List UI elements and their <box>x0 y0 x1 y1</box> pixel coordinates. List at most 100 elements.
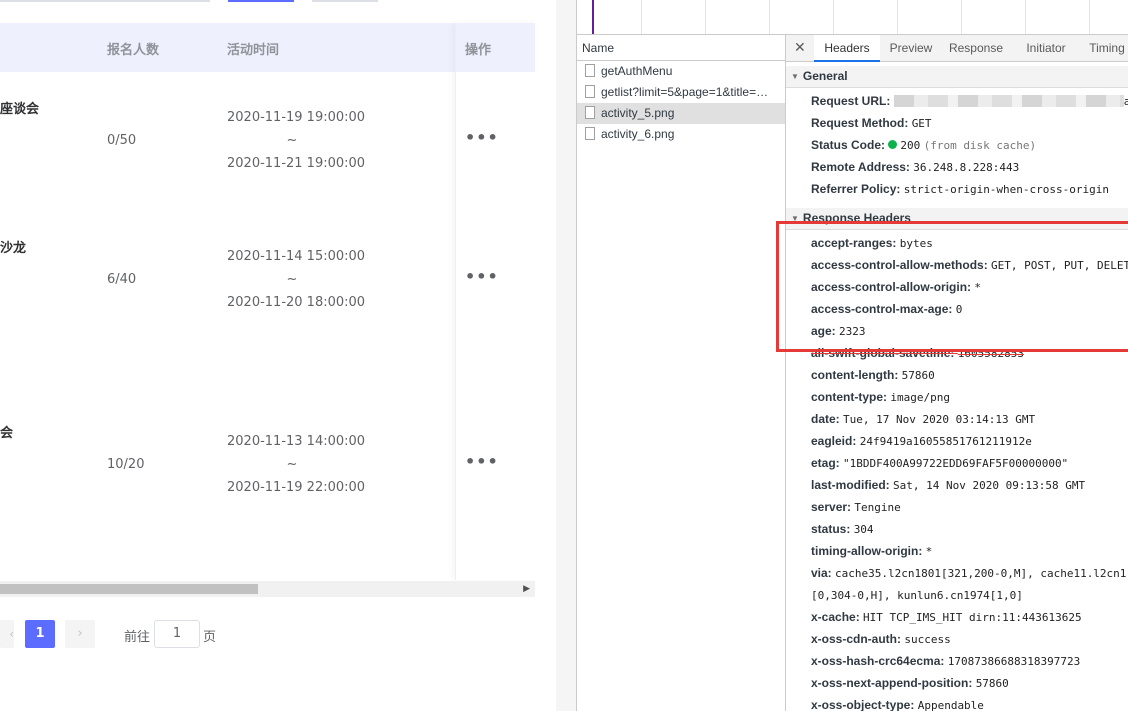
timeline-gridline <box>1025 0 1026 34</box>
request-item[interactable]: getAuthMenu <box>577 61 785 82</box>
tab-initiator[interactable]: Initiator <box>1011 35 1081 61</box>
header-key: date: <box>811 412 840 426</box>
header-key: accept-ranges: <box>811 236 897 250</box>
file-icon <box>585 106 595 119</box>
header-value: success <box>904 633 951 646</box>
time-end: 2020-11-21 19:00:00 <box>227 156 366 171</box>
search-input-edge[interactable] <box>0 0 210 2</box>
more-actions-icon[interactable]: ••• <box>465 452 499 471</box>
window-gap <box>556 0 577 711</box>
timeline-gridline <box>769 0 770 34</box>
header-value: GET <box>911 117 932 130</box>
signup-count: 0/50 <box>107 133 137 148</box>
tab-headers[interactable]: Headers <box>814 35 880 62</box>
status-note: (from disk cache) <box>923 139 1037 152</box>
header-value: * <box>974 281 981 294</box>
activity-time: 2020-11-19 19:00:00 ~ 2020-11-21 19:00:0… <box>227 106 366 175</box>
request-item[interactable]: activity_5.png <box>577 103 785 124</box>
header-key: x-oss-hash-crc64ecma: <box>811 654 945 668</box>
file-icon <box>585 85 595 98</box>
response-header-row: via: cache35.l2cn1801[321,200-0,M], cach… <box>811 562 1126 585</box>
horizontal-scrollbar[interactable]: ▶ <box>0 581 535 597</box>
header-count: 报名人数 <box>107 43 160 58</box>
request-list: Name getAuthMenu getlist?limit=5&page=1&t… <box>577 35 786 711</box>
header-key: Remote Address: <box>811 160 910 174</box>
request-item[interactable]: activity_6.png <box>577 124 785 145</box>
tab-response[interactable]: Response <box>941 35 1011 61</box>
response-header-row: eagleid: 24f9419a16055851761211912e <box>811 430 1032 453</box>
goto-page-input[interactable]: 1 <box>154 620 200 648</box>
header-value: Tengine <box>854 501 901 514</box>
referrer-policy-row: Referrer Policy: strict-origin-when-cros… <box>811 178 1109 201</box>
network-overview-timeline[interactable] <box>577 0 1128 35</box>
header-key: access-control-allow-origin: <box>811 280 972 294</box>
response-header-row: server: Tengine <box>811 496 901 519</box>
header-value: strict-origin-when-cross-origin <box>903 183 1110 196</box>
activity-name: 沙龙 <box>0 241 27 256</box>
header-value: Appendable <box>917 699 984 711</box>
activity-name: 会 <box>0 426 14 441</box>
detail-tabs: ✕ Headers Preview Response Initiator Tim… <box>786 35 1128 62</box>
page-number-current[interactable]: 1 <box>25 620 55 648</box>
file-icon <box>585 64 595 77</box>
signup-count: 6/40 <box>107 272 137 287</box>
reset-button-edge[interactable] <box>312 0 378 2</box>
name-column-header[interactable]: Name <box>577 35 785 61</box>
header-value: 57860 <box>975 677 1009 690</box>
response-header-row: x-oss-hash-crc64ecma: 170873866883183977… <box>811 650 1080 673</box>
header-value: [0,304-0,H], kunlun6.cn1974[1,0] <box>811 589 1023 602</box>
search-button-edge[interactable] <box>228 0 294 2</box>
header-key: last-modified: <box>811 478 890 492</box>
request-name: getAuthMenu <box>601 64 673 78</box>
response-header-row: x-cache: HIT TCP_IMS_HIT dirn:11:4436136… <box>811 606 1082 629</box>
response-header-row: content-type: image/png <box>811 386 950 409</box>
next-page-button[interactable]: › <box>65 620 95 648</box>
header-value: 36.248.8.228:443 <box>913 161 1020 174</box>
more-actions-icon[interactable]: ••• <box>465 267 499 286</box>
activity-time: 2020-11-13 14:00:00 ~ 2020-11-19 22:00:0… <box>227 430 365 499</box>
tab-preview[interactable]: Preview <box>882 35 940 61</box>
response-header-row: x-oss-object-type: Appendable <box>811 694 984 711</box>
time-separator: ~ <box>286 272 298 287</box>
response-header-row: ali-swift-global-savetime: 1605582853 <box>811 342 1024 365</box>
header-value: 57860 <box>901 369 935 382</box>
response-header-row: age: 2323 <box>811 320 866 343</box>
header-key: Status Code: <box>811 138 886 152</box>
response-header-row: access-control-allow-origin: * <box>811 276 981 299</box>
page-suffix: 页 <box>203 630 217 645</box>
activity-list-app: 报名人数 活动时间 操作 座谈会 0/50 2020-11-19 19:00:0… <box>0 0 556 711</box>
request-method-row: Request Method: GET <box>811 112 932 135</box>
header-value: image/png <box>890 391 950 404</box>
scroll-right-icon[interactable]: ▶ <box>523 584 530 594</box>
close-icon[interactable]: ✕ <box>794 35 806 59</box>
header-key: via: <box>811 566 832 580</box>
expand-triangle-icon: ▼ <box>791 72 799 81</box>
tab-timing[interactable]: Timing <box>1080 35 1128 61</box>
response-header-row: date: Tue, 17 Nov 2020 03:14:13 GMT <box>811 408 1035 431</box>
general-section-toggle[interactable]: ▼ General <box>791 69 848 83</box>
response-header-row: x-oss-cdn-auth: success <box>811 628 951 651</box>
more-actions-icon[interactable]: ••• <box>465 128 499 147</box>
header-key: status: <box>811 522 851 536</box>
response-headers-toggle[interactable]: ▼ Response Headers <box>791 211 911 225</box>
response-header-row: access-control-max-age: 0 <box>811 298 962 321</box>
response-header-row: x-oss-next-append-position: 57860 <box>811 672 1009 695</box>
header-key: access-control-max-age: <box>811 302 953 316</box>
header-key: Referrer Policy: <box>811 182 901 196</box>
header-key: ali-swift-global-savetime: <box>811 346 955 360</box>
time-start: 2020-11-19 19:00:00 <box>227 110 366 125</box>
time-end: 2020-11-20 18:00:00 <box>227 295 366 310</box>
response-header-row: status: 304 <box>811 518 874 541</box>
timeline-marker <box>592 0 594 34</box>
timeline-gridline <box>705 0 706 34</box>
timeline-gridline <box>1089 0 1090 34</box>
header-key: x-oss-next-append-position: <box>811 676 973 690</box>
scrollbar-thumb[interactable] <box>0 584 258 594</box>
time-separator: ~ <box>286 457 298 472</box>
request-name: activity_6.png <box>601 127 675 141</box>
request-item[interactable]: getlist?limit=5&page=1&title=… <box>577 82 785 103</box>
prev-page-button[interactable]: ‹ <box>0 620 14 648</box>
goto-label: 前往 <box>124 630 151 645</box>
time-start: 2020-11-14 15:00:00 <box>227 249 366 264</box>
header-value: 0 <box>955 303 963 316</box>
